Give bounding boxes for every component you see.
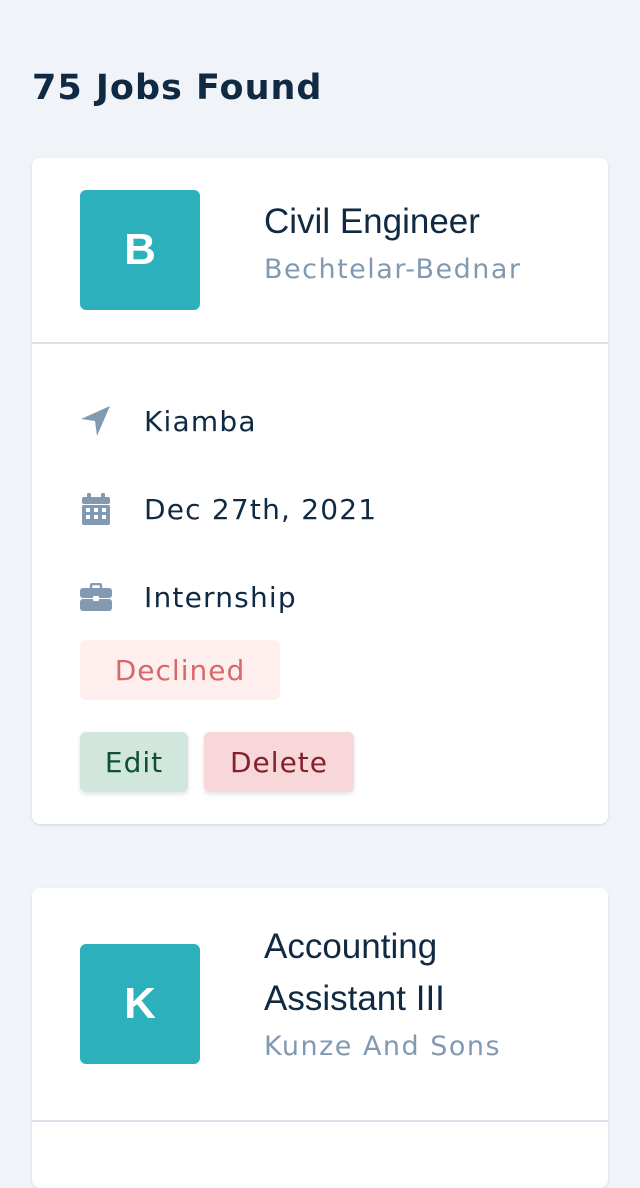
job-card-header: K Accounting Assistant III Kunze And Son… [32,888,608,1122]
job-position: Civil Engineer [264,202,480,241]
edit-button[interactable]: Edit [80,732,188,792]
job-location-text: Kiamba [144,404,257,438]
job-position: Accounting Assistant III [264,927,445,1018]
company-logo: B [80,190,200,310]
company-name: Kunze And Sons [264,1031,502,1062]
job-date: Dec 27th, 2021 [80,489,377,529]
job-location: Kiamba [80,401,257,441]
job-card-header: B Civil Engineer Bechtelar-Bednar [32,158,608,344]
company-logo: K [80,944,200,1064]
job-type-text: Internship [144,580,297,614]
job-card: B Civil Engineer Bechtelar-Bednar Kiamba [32,158,608,824]
job-date-text: Dec 27th, 2021 [144,492,378,526]
location-arrow-icon [80,405,112,437]
company-name: Bechtelar-Bednar [264,254,522,285]
calendar-icon [80,493,112,525]
delete-button[interactable]: Delete [204,732,354,792]
jobs-found-heading: 75 Jobs Found [32,68,323,108]
status-badge: Declined [80,640,280,700]
job-card: K Accounting Assistant III Kunze And Son… [32,888,608,1188]
job-type: Internship [80,577,297,617]
briefcase-icon [80,581,112,613]
